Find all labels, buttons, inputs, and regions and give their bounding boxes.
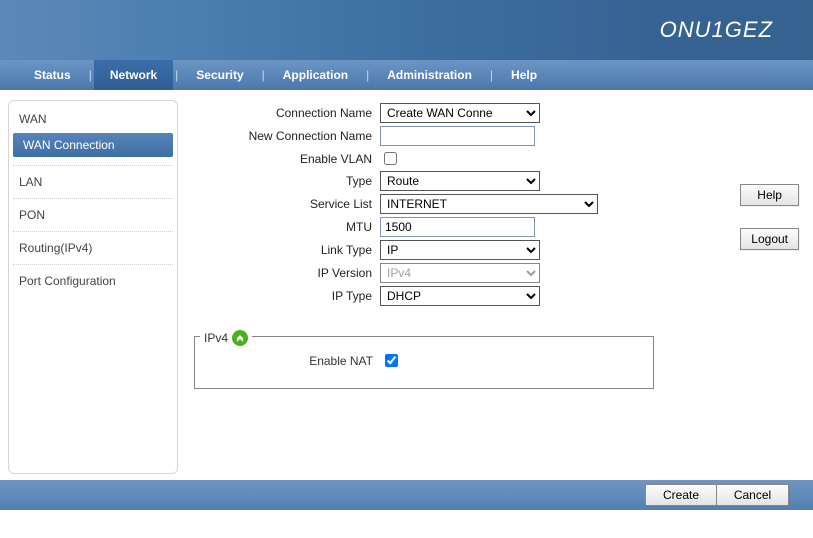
menu-application[interactable]: Application <box>267 60 364 90</box>
ip-version-select: IPv4 <box>380 263 540 283</box>
logout-button[interactable]: Logout <box>740 228 799 250</box>
sidebar-item-routing-ipv4[interactable]: Routing(IPv4) <box>13 236 173 260</box>
mtu-input[interactable] <box>380 217 535 237</box>
ip-type-label: IP Type <box>192 289 380 303</box>
sidebar: WAN WAN Connection LAN PON Routing(IPv4)… <box>8 100 178 474</box>
collapse-icon[interactable] <box>232 330 248 346</box>
sidebar-item-wan[interactable]: WAN <box>13 107 173 131</box>
new-connection-name-input[interactable] <box>380 126 535 146</box>
connection-name-select[interactable]: Create WAN Conne <box>380 103 540 123</box>
mtu-label: MTU <box>192 220 380 234</box>
menu-administration[interactable]: Administration <box>371 60 488 90</box>
menu-network[interactable]: Network <box>94 60 173 90</box>
help-button[interactable]: Help <box>740 184 799 206</box>
menu-help[interactable]: Help <box>495 60 553 90</box>
service-list-select[interactable]: INTERNET <box>380 194 598 214</box>
brand-name: ONU1GEZ <box>660 17 773 43</box>
cancel-button[interactable]: Cancel <box>717 484 789 506</box>
connection-name-label: Connection Name <box>192 106 380 120</box>
enable-nat-checkbox[interactable] <box>385 354 398 367</box>
ip-type-select[interactable]: DHCP <box>380 286 540 306</box>
link-type-label: Link Type <box>192 243 380 257</box>
type-label: Type <box>192 174 380 188</box>
sidebar-subitem-wan-connection[interactable]: WAN Connection <box>13 133 173 157</box>
link-type-select[interactable]: IP <box>380 240 540 260</box>
new-connection-name-label: New Connection Name <box>192 129 380 143</box>
sidebar-item-pon[interactable]: PON <box>13 203 173 227</box>
menu-status[interactable]: Status <box>18 60 87 90</box>
sidebar-item-lan[interactable]: LAN <box>13 170 173 194</box>
enable-vlan-label: Enable VLAN <box>192 152 380 166</box>
enable-vlan-checkbox[interactable] <box>384 152 397 165</box>
enable-nat-label: Enable NAT <box>205 354 381 368</box>
footer-bar: Create Cancel <box>0 480 813 510</box>
main-menu: Status | Network | Security | Applicatio… <box>0 60 813 90</box>
create-button[interactable]: Create <box>645 484 717 506</box>
ip-version-label: IP Version <box>192 266 380 280</box>
service-list-label: Service List <box>192 197 380 211</box>
top-banner: ONU1GEZ <box>0 0 813 60</box>
type-select[interactable]: Route <box>380 171 540 191</box>
ipv4-legend: IPv4 <box>200 330 252 346</box>
menu-security[interactable]: Security <box>180 60 259 90</box>
sidebar-item-port-configuration[interactable]: Port Configuration <box>13 269 173 293</box>
